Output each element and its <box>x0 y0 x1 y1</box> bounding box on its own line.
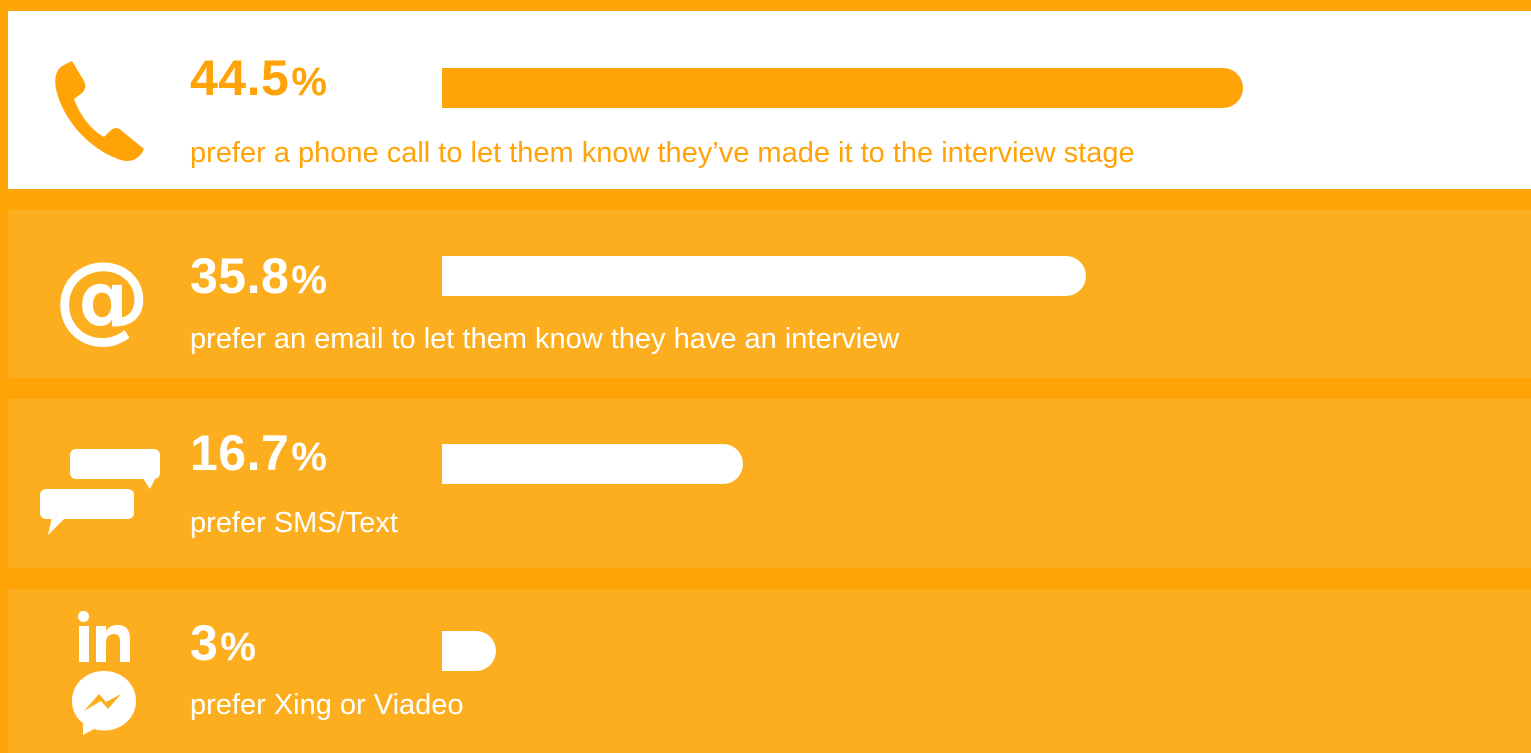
stat-description: prefer Xing or Viadeo <box>190 689 464 721</box>
stat-bar <box>442 68 1243 108</box>
stat-value: 44.5% <box>190 50 328 106</box>
phone-icon <box>52 55 152 165</box>
stat-bar <box>442 444 743 484</box>
stat-bar <box>442 256 1086 296</box>
messenger-icon <box>68 667 140 739</box>
stat-description: prefer SMS/Text <box>190 507 398 539</box>
stat-value: 35.8% <box>190 248 328 304</box>
at-sign-icon: @ <box>54 248 150 348</box>
stat-row-email: @ 35.8% prefer an email to let them know… <box>8 210 1531 378</box>
stat-description: prefer a phone call to let them know the… <box>190 137 1135 169</box>
stat-value: 16.7% <box>190 425 328 481</box>
stat-row-sms: 16.7% prefer SMS/Text <box>8 399 1531 568</box>
svg-text:@: @ <box>54 248 150 348</box>
stat-row-phone: 44.5% prefer a phone call to let them kn… <box>8 11 1531 189</box>
stat-bar <box>442 631 496 671</box>
chat-bubbles-icon <box>38 447 163 539</box>
infographic: 44.5% prefer a phone call to let them kn… <box>0 0 1531 753</box>
linkedin-icon <box>76 611 132 663</box>
stat-value: 3% <box>190 615 257 671</box>
stat-description: prefer an email to let them know they ha… <box>190 323 900 355</box>
stat-row-social: 3% prefer Xing or Viadeo <box>8 589 1531 753</box>
